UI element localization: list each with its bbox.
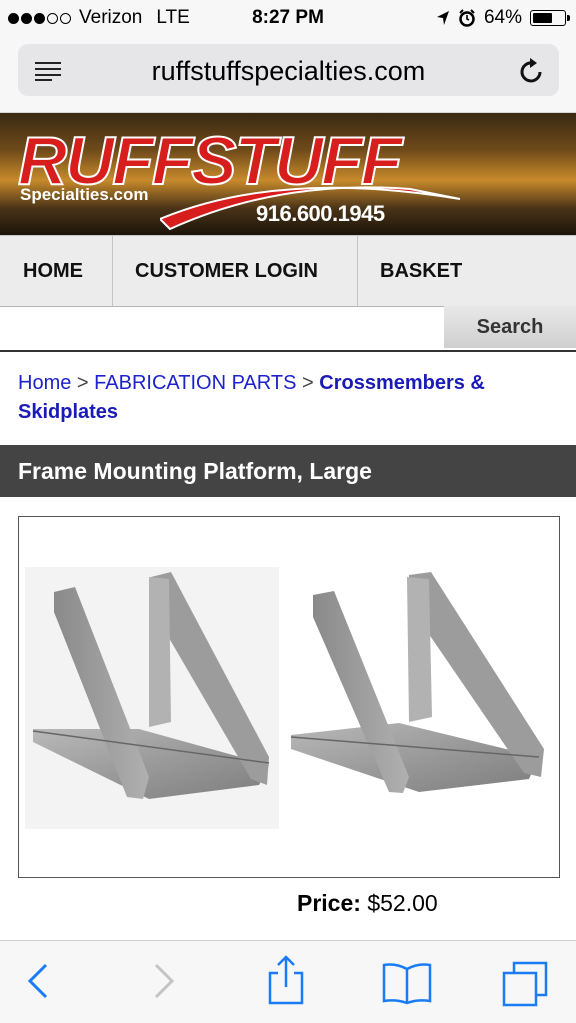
breadcrumb: Home > FABRICATION PARTS > Crossmembers … (18, 369, 558, 427)
price-label: Price: (297, 890, 361, 916)
frame-mounting-platform-image (25, 567, 544, 829)
forward-icon[interactable] (152, 961, 176, 1001)
back-icon[interactable] (26, 961, 50, 1001)
breadcrumb-category-link[interactable]: FABRICATION PARTS (94, 372, 296, 394)
reload-icon[interactable] (519, 57, 545, 85)
nav-home[interactable]: HOME (0, 236, 113, 306)
status-right: 64% (436, 7, 570, 29)
nav-basket[interactable]: BASKET (358, 236, 576, 306)
phone-number[interactable]: 916.600.1945 (256, 201, 385, 227)
battery-icon (530, 10, 570, 26)
bookmarks-icon[interactable] (382, 961, 432, 1005)
search-button[interactable]: Search (444, 306, 576, 348)
location-arrow-icon (436, 11, 449, 25)
nav-customer-login[interactable]: CUSTOMER LOGIN (113, 236, 358, 306)
tabs-icon[interactable] (502, 961, 550, 1007)
product-image[interactable] (18, 516, 560, 878)
browser-address-area: ruffstuffspecialties.com (0, 36, 576, 113)
site-logo-subtext: Specialties.com (20, 185, 149, 204)
address-bar[interactable]: ruffstuffspecialties.com (18, 44, 559, 96)
price-value: $52.00 (367, 890, 438, 916)
product-title-bar: Frame Mounting Platform, Large (0, 445, 576, 497)
browser-toolbar (0, 940, 576, 1023)
url-text[interactable]: ruffstuffspecialties.com (18, 56, 559, 87)
search-row: Search (0, 306, 576, 352)
site-banner[interactable]: RUFFSTUFF Specialties.com 916.600.1945 (0, 113, 576, 235)
main-nav: HOME CUSTOMER LOGIN BASKET (0, 235, 576, 307)
product-price: Price: $52.00 (297, 890, 438, 917)
status-bar: Verizon LTE 8:27 PM 64% (0, 0, 576, 36)
breadcrumb-home-link[interactable]: Home (18, 372, 71, 394)
breadcrumb-separator: > (302, 372, 314, 394)
alarm-clock-icon (459, 9, 475, 27)
breadcrumb-separator: > (76, 372, 89, 394)
product-title: Frame Mounting Platform, Large (18, 458, 372, 484)
share-icon[interactable] (266, 955, 306, 1005)
battery-percent: 64% (483, 7, 522, 28)
